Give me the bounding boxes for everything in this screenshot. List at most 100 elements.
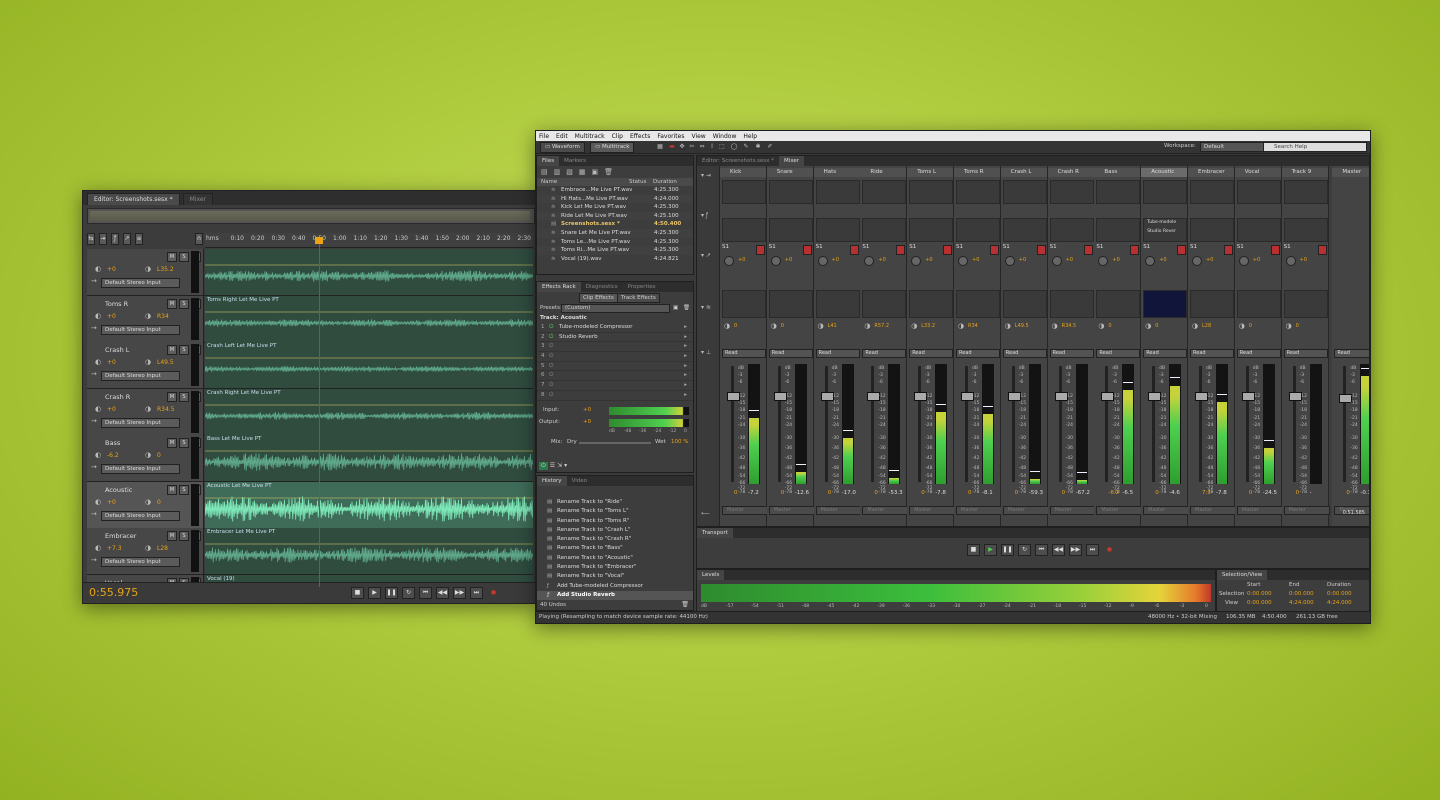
file-row[interactable]: ≋ Toms Ri...Me Live PT.wav 4:25.300: [537, 246, 693, 255]
track-pan[interactable]: R34.5: [157, 406, 175, 413]
send-power-button[interactable]: [1317, 245, 1327, 255]
slot-power-icon[interactable]: ⏻: [549, 323, 553, 332]
pan-knob-icon[interactable]: ◑: [958, 322, 964, 330]
automation-mode-select[interactable]: Read: [909, 349, 954, 358]
input-value[interactable]: +0: [583, 407, 591, 413]
strip-input-box[interactable]: [722, 180, 766, 204]
pan-knob-icon[interactable]: ◑: [1098, 322, 1104, 330]
send-power-button[interactable]: [1270, 245, 1280, 255]
send-power-button[interactable]: [756, 245, 765, 255]
track-pan[interactable]: L49.5: [157, 359, 174, 366]
editor-track[interactable]: Toms RMSR◐+0◑R34→Default Stereo InputTom…: [87, 295, 533, 343]
send-knob[interactable]: [1051, 256, 1062, 266]
tab-diagnostics[interactable]: Diagnostics: [581, 282, 623, 292]
history-item[interactable]: ▤ Rename Track to "Toms R": [537, 517, 693, 526]
send-knob[interactable]: [911, 256, 922, 266]
send-knob[interactable]: [864, 256, 875, 266]
effect-slot[interactable]: 2 ⏻ Studio Reverb ▸: [537, 333, 693, 343]
track-name[interactable]: Embracer: [105, 532, 136, 540]
strip-output-select[interactable]: Master: [1283, 506, 1330, 515]
strip-pan[interactable]: L49.5: [1015, 323, 1029, 329]
send-volume[interactable]: +0: [738, 257, 745, 263]
strip-fx-box[interactable]: [1283, 218, 1328, 242]
strip-output-select[interactable]: Master: [1236, 506, 1283, 515]
strip-eq-box[interactable]: [909, 290, 954, 318]
mute-button[interactable]: M: [167, 484, 177, 495]
sv-view-end[interactable]: 4:24.000: [1289, 600, 1314, 606]
tab-transport[interactable]: Transport: [697, 528, 733, 538]
loop-icon[interactable]: ↻: [402, 587, 415, 599]
track-input-select[interactable]: Default Stereo Input: [101, 278, 180, 288]
pause-icon[interactable]: ❚❚: [1001, 544, 1014, 556]
strip-output-select[interactable]: Master: [768, 506, 815, 515]
effect-slot[interactable]: 6 ⏻ ▸: [537, 371, 693, 382]
file-row[interactable]: ≋ Kick Let Me Live PT.wav 4:25.300: [537, 203, 693, 212]
strip-pan[interactable]: 0: [734, 323, 737, 329]
slot-power-icon[interactable]: ⏻: [549, 391, 553, 400]
search-help-input[interactable]: Search Help: [1263, 142, 1367, 152]
lasso-icon[interactable]: ◯: [730, 143, 738, 151]
fx-expand-icon[interactable]: ▾ ƒ: [701, 212, 708, 219]
strip-volume[interactable]: 0: [1062, 490, 1066, 496]
pan-knob-icon[interactable]: ◑: [1005, 322, 1011, 330]
list-icon[interactable]: ☰: [550, 462, 555, 470]
slot-menu-icon[interactable]: ▸: [684, 362, 687, 371]
rewind-icon[interactable]: ◀◀: [1052, 544, 1065, 556]
slot-power-icon[interactable]: ⏻: [549, 371, 553, 380]
strip-volume[interactable]: 0: [968, 490, 972, 496]
solo-button[interactable]: S: [179, 252, 189, 262]
pan-knob-icon[interactable]: ◑: [911, 322, 917, 330]
file-row[interactable]: ≋ Toms Le...Me Live PT.wav 4:25.300: [537, 238, 693, 247]
menu-clip[interactable]: Clip: [612, 133, 623, 140]
playhead-handle[interactable]: [315, 237, 323, 244]
track-input-select[interactable]: Default Stereo Input: [101, 557, 180, 567]
tab-mixer[interactable]: Mixer: [182, 193, 213, 205]
audio-clip[interactable]: Crash Right Let Me Live PT: [205, 388, 533, 435]
file-row[interactable]: ≋ Vocal (19).wav 4:24.821: [537, 255, 693, 264]
effect-slot[interactable]: 7 ⏻ ▸: [537, 381, 693, 391]
sv-selection-duration[interactable]: 0:00.000: [1327, 591, 1352, 597]
track-volume[interactable]: +0: [107, 359, 116, 366]
history-item[interactable]: ▤ Rename Track to "Bass": [537, 544, 693, 553]
tab-files[interactable]: Files: [537, 156, 560, 166]
fader-track[interactable]: [1245, 366, 1249, 482]
editor-track[interactable]: MSR◐+0◑L35.2→Default Stereo Input: [87, 249, 533, 296]
slot-power-icon[interactable]: ⏻: [549, 352, 553, 361]
strip-name[interactable]: Track 9: [1281, 168, 1328, 177]
strip-eq-box[interactable]: [1236, 290, 1281, 318]
send-volume[interactable]: +0: [1253, 257, 1260, 263]
strip-name[interactable]: Vocal: [1234, 168, 1281, 177]
automation-mode-select[interactable]: Read: [722, 349, 766, 358]
tab-video[interactable]: Video: [567, 476, 592, 486]
volume-knob-icon[interactable]: ◐: [95, 544, 101, 552]
go-start-icon[interactable]: ⏮: [419, 587, 432, 599]
send-knob[interactable]: [1285, 256, 1296, 266]
send-volume[interactable]: +0: [1019, 257, 1026, 263]
strip-pan[interactable]: L33.2: [921, 323, 935, 329]
solo-button[interactable]: S: [179, 298, 189, 309]
menu-window[interactable]: Window: [713, 133, 737, 140]
pan-knob-icon[interactable]: ◑: [1192, 322, 1198, 330]
strip-name[interactable]: Crash R: [1047, 168, 1094, 177]
history-item[interactable]: ƒ Add Studio Reverb: [537, 590, 693, 601]
sv-selection-end[interactable]: 0:00.000: [1289, 591, 1314, 597]
strip-name[interactable]: Kick: [720, 168, 766, 177]
track-effects-tab[interactable]: Track Effects: [617, 293, 660, 303]
solo-button[interactable]: S: [179, 484, 189, 495]
go-end-icon[interactable]: ⏭: [1086, 544, 1099, 556]
strip-eq-box[interactable]: [956, 290, 1000, 318]
sv-view-start[interactable]: 0:00.000: [1247, 600, 1272, 606]
strip-eq-box[interactable]: [1049, 290, 1094, 318]
send-volume[interactable]: +0: [1112, 257, 1119, 263]
strip-pan[interactable]: R34: [968, 323, 978, 329]
col-duration[interactable]: Duration: [653, 178, 677, 186]
audio-clip[interactable]: Toms Right Let Me Live PT: [205, 295, 533, 342]
send-knob[interactable]: [817, 256, 828, 266]
strip-input-box[interactable]: [768, 180, 813, 204]
pan-knob-icon[interactable]: ◑: [771, 322, 777, 330]
strip-pan[interactable]: L41: [828, 323, 837, 329]
file-row[interactable]: ≋ Hi Hats...Me Live PT.wav 4:24.000: [537, 194, 693, 204]
workspace-select[interactable]: Default: [1200, 142, 1269, 152]
fast-forward-icon[interactable]: ▶▶: [1069, 544, 1082, 556]
import-icon[interactable]: ▥: [554, 168, 561, 176]
